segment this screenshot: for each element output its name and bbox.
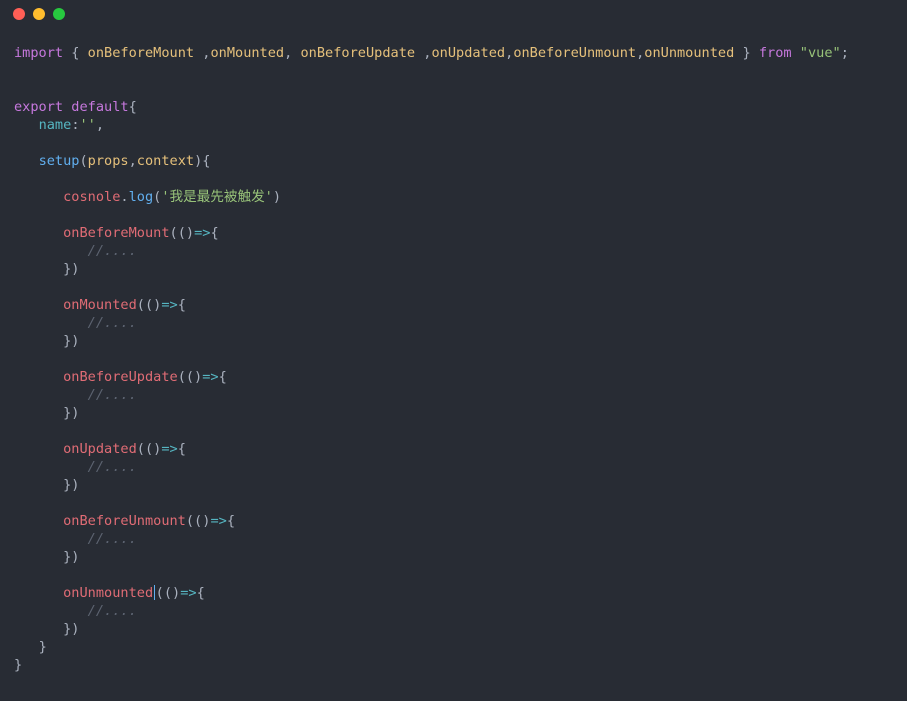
code-line-close: })	[63, 405, 80, 421]
code-line-name: name:'',	[38, 117, 105, 133]
code-line-comment: //....	[14, 530, 137, 548]
import-name: onBeforeMount	[87, 45, 195, 61]
window-titlebar	[0, 0, 907, 28]
param-props: props	[87, 153, 129, 169]
code-line-close: })	[63, 333, 80, 349]
log-method: log	[128, 189, 154, 205]
close-window-dot[interactable]	[13, 8, 25, 20]
setup-function: setup	[38, 153, 80, 169]
comment: //....	[87, 603, 137, 619]
arrow-operator: =>	[210, 513, 227, 529]
log-object: cosnole	[63, 189, 121, 205]
code-line-close: })	[63, 261, 80, 277]
comment: //....	[87, 387, 137, 403]
code-line-comment: //....	[14, 242, 137, 260]
hook-name: onMounted	[63, 297, 137, 313]
comment: //....	[87, 459, 137, 475]
hook-name: onBeforeUnmount	[63, 513, 186, 529]
log-message: '我是最先被触发'	[161, 189, 273, 205]
code-line-hook: onBeforeUnmount(()=>{	[63, 513, 235, 529]
code-line-hook: onBeforeUpdate(()=>{	[63, 369, 227, 385]
code-line-comment: //....	[14, 602, 137, 620]
import-name: onMounted	[210, 45, 285, 61]
brace-open: {	[128, 99, 137, 115]
import-name: onUpdated	[431, 45, 506, 61]
import-name: onBeforeUnmount	[513, 45, 637, 61]
comment: //....	[87, 531, 137, 547]
comment: //....	[87, 243, 137, 259]
hook-name: onBeforeUpdate	[63, 369, 178, 385]
code-line-hook: onUnmounted (()=>{	[63, 585, 205, 601]
code-line-close: })	[63, 549, 80, 565]
code-line-close: })	[63, 621, 80, 637]
module-string: "vue"	[799, 45, 841, 61]
import-name: onUnmounted	[644, 45, 735, 61]
code-line-hook: onMounted(()=>{	[63, 297, 186, 313]
code-line-export-close: }	[14, 656, 22, 674]
arrow-operator: =>	[202, 369, 219, 385]
maximize-window-dot[interactable]	[53, 8, 65, 20]
name-key: name	[38, 117, 72, 133]
hook-name: onUnmounted	[63, 585, 154, 601]
export-keyword: export	[14, 99, 64, 115]
param-context: context	[136, 153, 195, 169]
brace-close: }	[38, 639, 47, 655]
code-line-hook: onUpdated(()=>{	[63, 441, 186, 457]
brace-close: }	[742, 45, 751, 61]
arrow-operator: =>	[194, 225, 211, 241]
code-line-import: import { onBeforeMount ,onMounted, onBef…	[14, 45, 849, 61]
code-line-log: cosnole.log('我是最先被触发')	[63, 189, 282, 205]
code-line-setup: setup(props,context){	[38, 153, 211, 169]
code-line-export: export default{	[14, 98, 137, 116]
code-line-comment: //....	[14, 314, 137, 332]
code-line-comment: //....	[14, 458, 137, 476]
import-name: onBeforeUpdate	[300, 45, 416, 61]
hook-name: onUpdated	[63, 441, 137, 457]
code-line-close: })	[63, 477, 80, 493]
code-line-comment: //....	[14, 386, 137, 404]
from-keyword: from	[758, 45, 792, 61]
code-line-hook: onBeforeMount(()=>{	[63, 225, 219, 241]
brace-open: {	[71, 45, 80, 61]
name-value: ''	[79, 117, 96, 133]
code-line-setup-close: }	[14, 638, 47, 656]
hook-name: onBeforeMount	[63, 225, 170, 241]
brace-close: }	[14, 657, 23, 673]
comment: //....	[87, 315, 137, 331]
arrow-operator: =>	[161, 441, 178, 457]
minimize-window-dot[interactable]	[33, 8, 45, 20]
arrow-operator: =>	[161, 297, 178, 313]
code-window: import { onBeforeMount ,onMounted, onBef…	[0, 0, 907, 701]
default-keyword: default	[71, 99, 129, 115]
arrow-operator: =>	[180, 585, 197, 601]
import-keyword: import	[14, 45, 64, 61]
